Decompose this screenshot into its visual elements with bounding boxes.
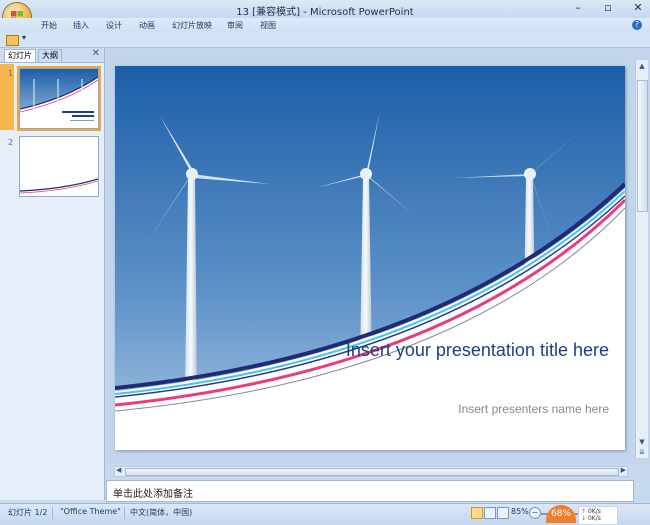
scroll-up-icon[interactable]: ▲: [636, 62, 648, 70]
slide-subtitle[interactable]: Insert presenters name here: [339, 402, 609, 416]
tab-design[interactable]: 设计: [106, 20, 122, 31]
slideshow-view-icon[interactable]: [497, 507, 509, 519]
upload-value: 0K/s: [587, 508, 601, 515]
zoom-out-icon[interactable]: −: [529, 507, 541, 519]
language-status[interactable]: 中文(简体，中国): [130, 507, 192, 518]
download-value: 0K/s: [587, 515, 601, 522]
thumbnail-number: 1: [8, 69, 14, 78]
slide-thumbnail[interactable]: [17, 66, 101, 131]
slide-thumbnail[interactable]: [19, 136, 99, 197]
scroll-thumb[interactable]: [637, 80, 648, 212]
scroll-down-icon[interactable]: ▼: [636, 438, 648, 446]
horizontal-scrollbar[interactable]: ◀ ▶: [114, 466, 628, 477]
thumbnail-number: 2: [8, 138, 14, 147]
next-slide-icon[interactable]: ⇊: [636, 448, 648, 456]
theme-name: "Office Theme": [60, 507, 121, 516]
panel-tabs: 幻灯片 大纲 ✕: [0, 48, 104, 63]
normal-view-icon[interactable]: [471, 507, 483, 519]
slide-editor: Insert your presentation title here Inse…: [105, 48, 650, 464]
qat-customize-button[interactable]: ▾: [22, 33, 26, 42]
vertical-scrollbar[interactable]: ▲ ▼ ⇊: [635, 60, 648, 458]
notes-pane[interactable]: 单击此处添加备注: [106, 480, 634, 502]
notes-placeholder[interactable]: 单击此处添加备注: [113, 485, 193, 500]
slide-canvas[interactable]: Insert your presentation title here Inse…: [115, 66, 625, 450]
upload-speed: ↑ 0K/s: [581, 508, 601, 515]
slides-panel: 幻灯片 大纲 ✕ 1 2: [0, 48, 105, 500]
tab-outline[interactable]: 大纲: [38, 49, 62, 62]
zoom-level[interactable]: 85%: [511, 507, 529, 516]
panel-close-icon[interactable]: ✕: [92, 48, 100, 59]
help-icon[interactable]: ?: [632, 20, 642, 30]
tab-slides[interactable]: 幻灯片: [4, 49, 36, 62]
thumbnail-preview: [20, 69, 98, 128]
download-speed: ↓ 0K/s: [581, 515, 601, 522]
slide-counter: 幻灯片 1/2: [8, 508, 48, 517]
close-button[interactable]: ✕: [630, 2, 646, 15]
tab-insert[interactable]: 插入: [73, 20, 89, 31]
download-arrow-icon: ↓: [581, 515, 587, 522]
tab-review[interactable]: 审阅: [227, 20, 243, 31]
scroll-right-icon[interactable]: ▶: [621, 466, 626, 474]
tab-home[interactable]: 开始: [41, 20, 57, 31]
tab-slideshow[interactable]: 幻灯片放映: [172, 20, 212, 31]
maximize-button[interactable]: ▫: [600, 2, 616, 15]
slide-sorter-icon[interactable]: [484, 507, 496, 519]
hscroll-thumb[interactable]: [125, 468, 619, 476]
slide-title[interactable]: Insert your presentation title here: [339, 338, 609, 362]
divider: [124, 507, 125, 519]
title-bar: 13 [兼容模式] - Microsoft PowerPoint – ▫ ✕: [0, 0, 650, 18]
quick-access-toolbar: ▾: [0, 33, 650, 48]
tab-view[interactable]: 视图: [260, 20, 276, 31]
tab-animation[interactable]: 动画: [139, 20, 155, 31]
upload-arrow-icon: ↑: [581, 508, 587, 515]
minimize-button[interactable]: –: [570, 2, 586, 15]
folder-icon[interactable]: [6, 35, 19, 46]
divider: [52, 507, 53, 519]
window-controls: – ▫ ✕: [570, 2, 646, 15]
slide-background: [115, 66, 625, 450]
thumbnail-preview: [20, 137, 98, 196]
window-title: 13 [兼容模式] - Microsoft PowerPoint: [236, 7, 414, 18]
ribbon-tabs: 开始 插入 设计 动画 幻灯片放映 审阅 视图 ?: [0, 18, 650, 33]
scroll-left-icon[interactable]: ◀: [116, 466, 121, 474]
network-monitor: ↑ 0K/s ↓ 0K/s: [578, 506, 618, 525]
